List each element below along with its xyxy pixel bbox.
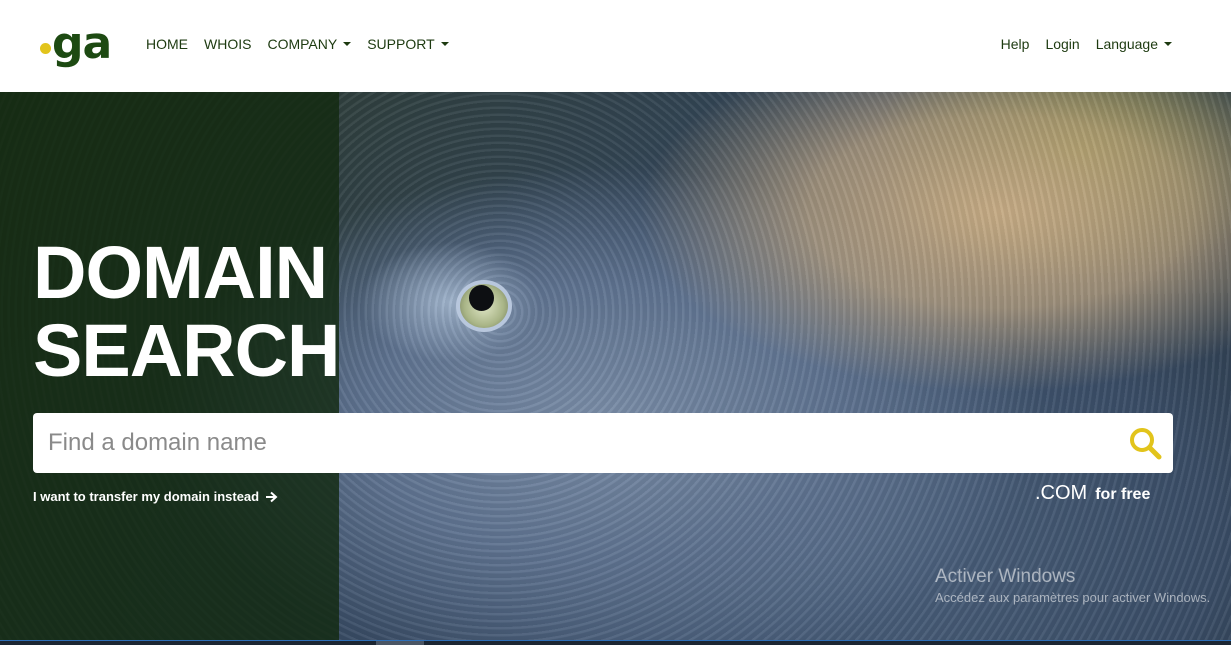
nav-company-dropdown[interactable]: COMPANY [267, 35, 352, 53]
nav-login[interactable]: Login [1045, 35, 1079, 53]
domain-search-box [33, 413, 1173, 473]
caret-down-icon [1164, 42, 1172, 46]
horizontal-scrollbar-thumb[interactable] [376, 641, 424, 645]
nav-language-label: Language [1095, 36, 1158, 52]
hero-title-line2: SEARCH [33, 309, 340, 392]
watermark-subtitle: Accédez aux paramètres pour activer Wind… [935, 590, 1211, 605]
logo-dot-icon [40, 43, 51, 54]
user-nav: Help Login Language [1001, 35, 1172, 53]
promo-text: for free [1095, 486, 1151, 503]
domain-search-input[interactable] [33, 414, 1093, 472]
hero-title: DOMAIN SEARCH [33, 231, 340, 392]
watermark-title: Activer Windows [935, 566, 1076, 587]
nav-help[interactable]: Help [1001, 35, 1030, 53]
caret-down-icon [440, 42, 449, 46]
main-nav: HOME WHOIS COMPANY SUPPORT [146, 35, 449, 53]
nav-whois[interactable]: WHOIS [204, 35, 251, 53]
nav-support-dropdown[interactable]: SUPPORT [367, 35, 449, 53]
logo[interactable]: ga [40, 18, 112, 72]
arrow-right-icon [266, 491, 278, 502]
promo-banner[interactable]: .COM for free [1035, 482, 1150, 505]
navbar: ga HOME WHOIS COMPANY SUPPORT Help Login… [0, 0, 1231, 92]
hero-title-line1: DOMAIN [33, 231, 328, 314]
parrot-pupil-image [469, 285, 494, 311]
windows-activation-watermark: Activer Windows Accédez aux paramètres p… [935, 566, 1210, 605]
promo-tld: .COM [1035, 482, 1088, 504]
search-icon[interactable] [1127, 425, 1163, 461]
nav-home[interactable]: HOME [146, 35, 188, 53]
nav-language-dropdown[interactable]: Language [1096, 35, 1172, 53]
nav-support-label: SUPPORT [367, 36, 435, 52]
taskbar-highlight [0, 640, 1231, 641]
hero-banner: DOMAIN SEARCH I want to transfer my doma… [0, 92, 1231, 640]
transfer-link-label: I want to transfer my domain instead [33, 489, 260, 504]
transfer-domain-link[interactable]: I want to transfer my domain instead [33, 489, 278, 504]
logo-text: ga [52, 18, 112, 69]
taskbar-edge [0, 640, 1231, 645]
caret-down-icon [343, 42, 352, 46]
nav-company-label: COMPANY [267, 36, 338, 52]
